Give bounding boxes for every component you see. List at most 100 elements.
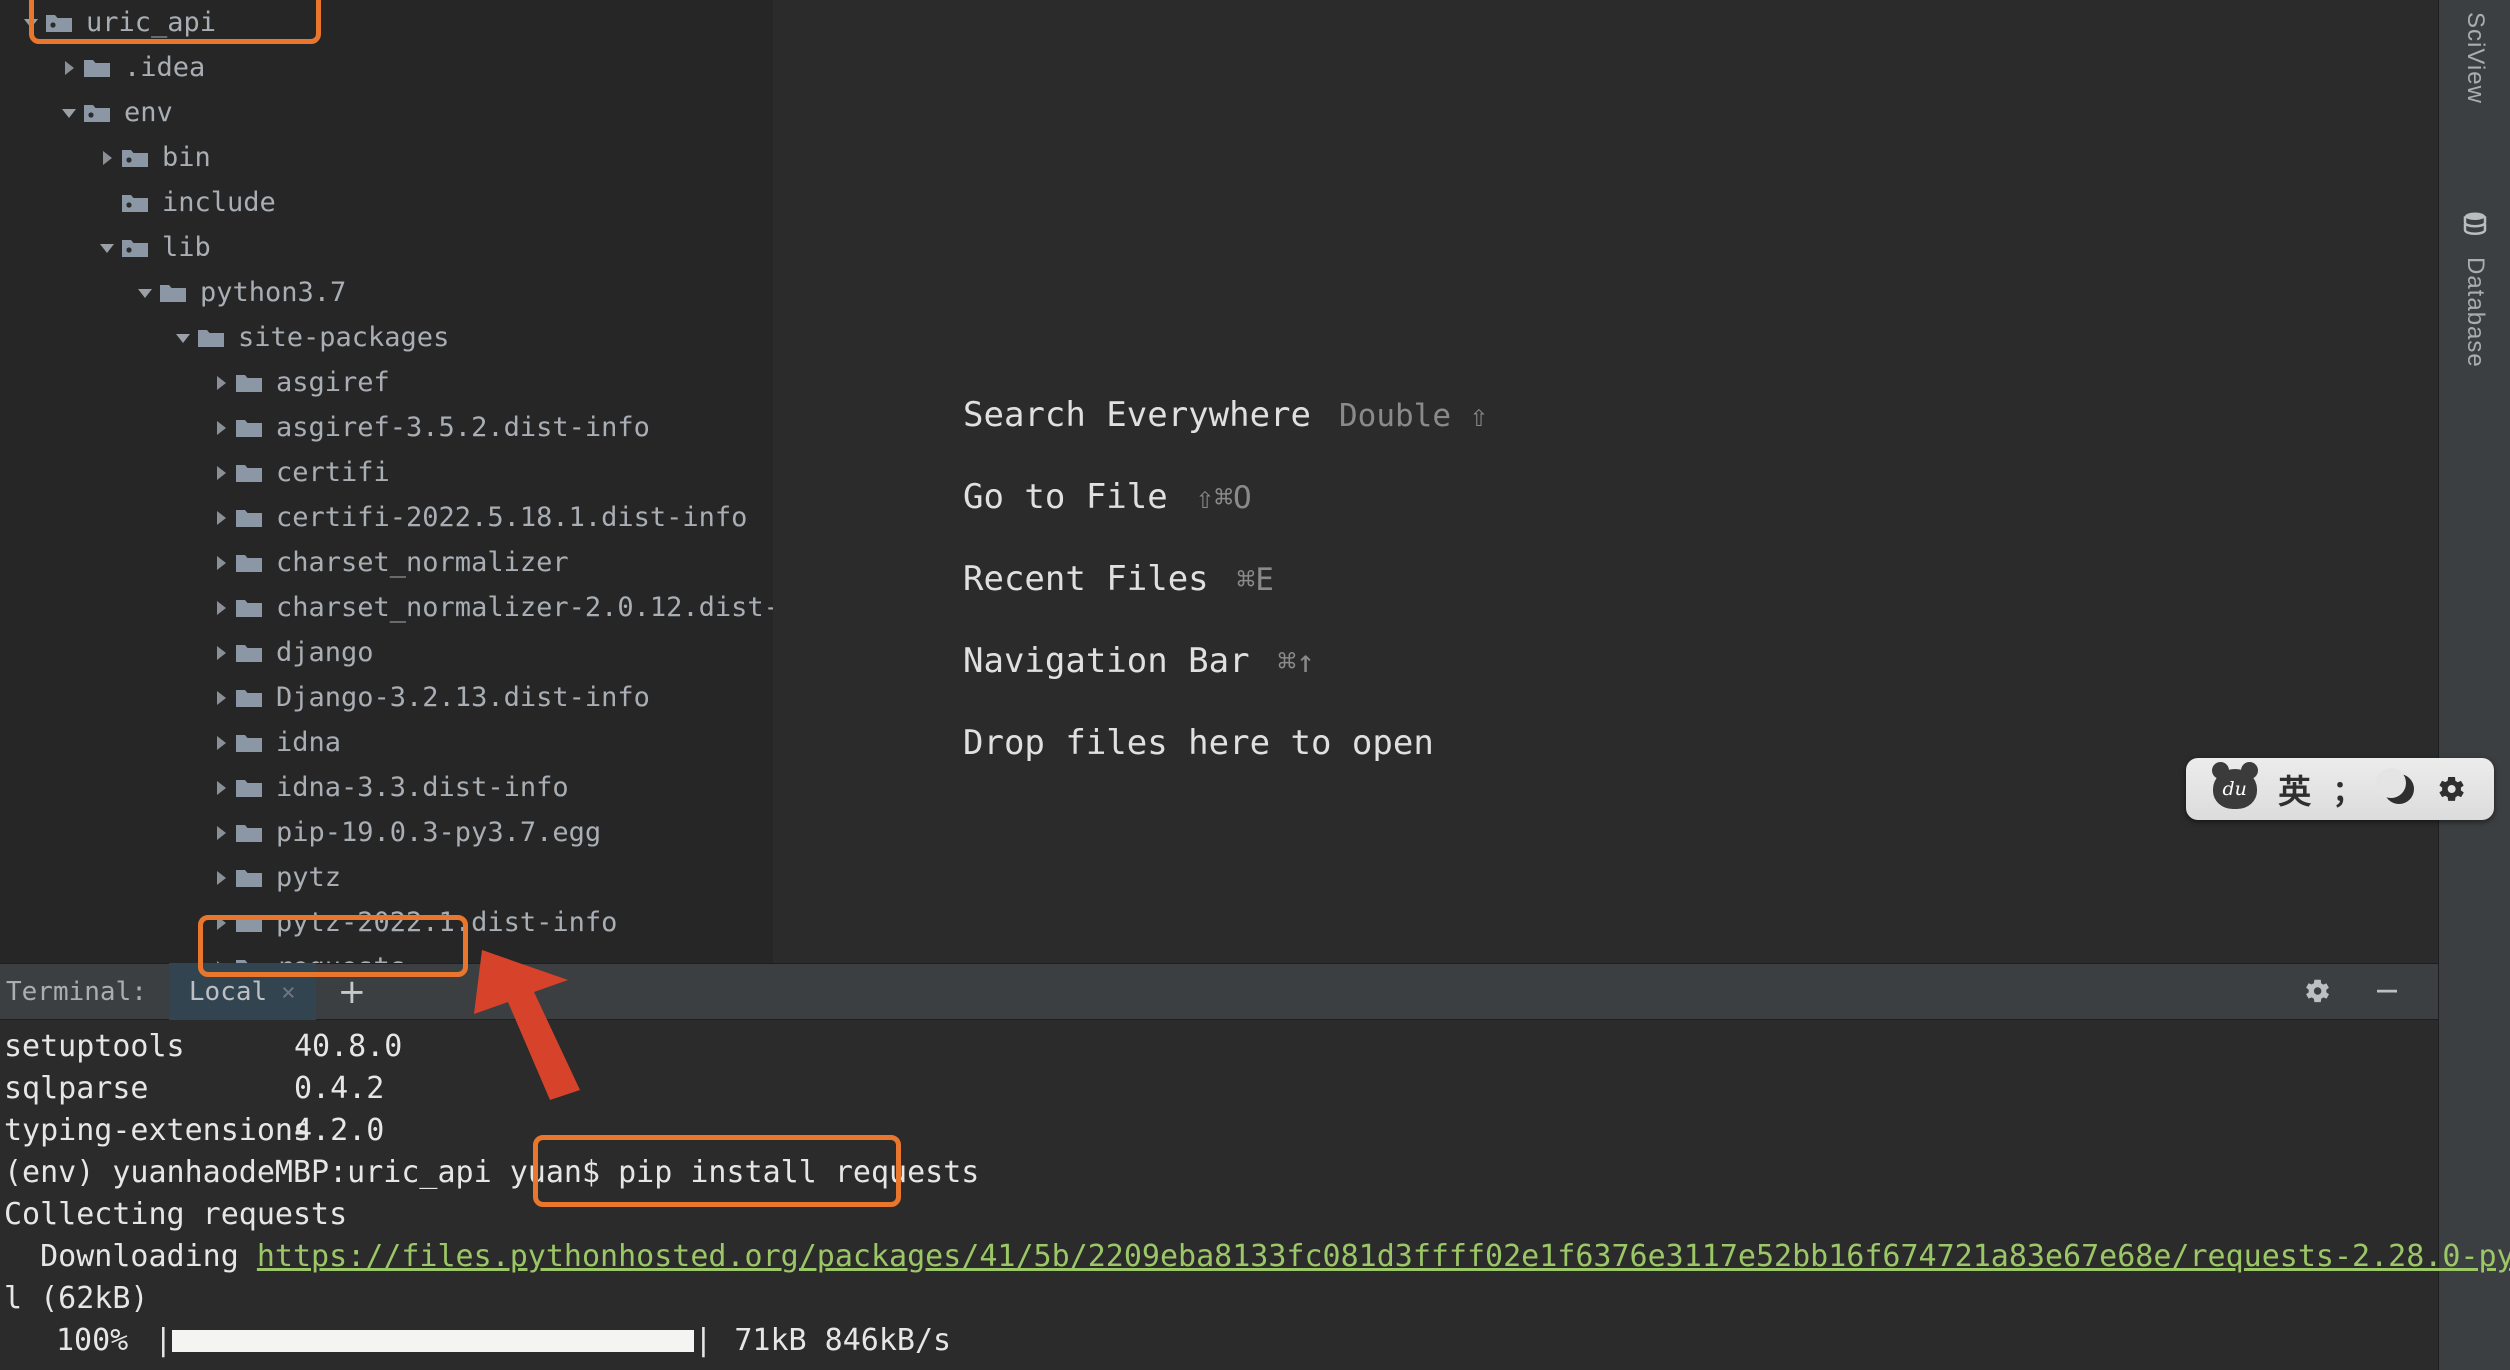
chevron-right-icon[interactable] xyxy=(208,810,234,855)
tree-item-certifi-2022-5-18-1-dist-info[interactable]: certifi-2022.5.18.1.dist-info xyxy=(0,495,773,540)
chevron-down-icon[interactable] xyxy=(56,90,82,135)
folder-icon xyxy=(196,315,226,360)
module-folder-icon xyxy=(44,0,74,45)
tree-item-pytz[interactable]: pytz xyxy=(0,855,773,900)
tree-item--idea[interactable]: .idea xyxy=(0,45,773,90)
right-tool-window-bar[interactable]: SciView Database xyxy=(2438,0,2510,1370)
folder-icon xyxy=(234,855,264,900)
module-folder-icon xyxy=(120,225,150,270)
tree-item-site-packages[interactable]: site-packages xyxy=(0,315,773,360)
project-tree-panel[interactable]: uric_api .idea env bin include lib python3.7 si… xyxy=(0,0,773,963)
add-terminal-button[interactable]: + xyxy=(316,972,389,1012)
tree-item-label: charset_normalizer-2.0.12.dist-info xyxy=(276,592,773,623)
chevron-right-icon[interactable] xyxy=(208,405,234,450)
chevron-right-icon[interactable] xyxy=(208,585,234,630)
tree-item-label: site-packages xyxy=(238,322,450,353)
tree-item-label: include xyxy=(162,187,276,218)
tree-item-include[interactable]: include xyxy=(0,180,773,225)
tree-item-label: lib xyxy=(162,232,211,263)
chevron-right-icon[interactable] xyxy=(56,45,82,90)
ime-language-toggle[interactable]: 英 xyxy=(2278,765,2311,813)
terminal-output[interactable]: setuptools 40.8.0 sqlparse 0.4.2 typing-exte… xyxy=(0,1020,2510,1362)
tree-item-lib[interactable]: lib xyxy=(0,225,773,270)
tree-item-pip-19-0-3-py3-7-egg[interactable]: pip-19.0.3-py3.7.egg xyxy=(0,810,773,855)
tree-item-django-3-2-13-dist-info[interactable]: Django-3.2.13.dist-info xyxy=(0,675,773,720)
tree-item-python3-7[interactable]: python3.7 xyxy=(0,270,773,315)
tree-item-idna[interactable]: idna xyxy=(0,720,773,765)
chevron-right-icon[interactable] xyxy=(208,945,234,963)
editor-hint-row: Go to File ⇧⌘O xyxy=(963,477,1488,517)
chevron-right-icon[interactable] xyxy=(208,450,234,495)
chevron-down-icon[interactable] xyxy=(170,315,196,360)
folder-icon xyxy=(234,945,264,963)
editor-hint-shortcut: ⌘↑ xyxy=(1277,644,1315,680)
tree-item-requests[interactable]: requests xyxy=(0,945,773,963)
moon-icon[interactable] xyxy=(2375,768,2414,804)
tree-item-charset-normalizer-2-0-12-dist-info[interactable]: charset_normalizer-2.0.12.dist-info xyxy=(0,585,773,630)
terminal-tab-label: Local xyxy=(188,976,268,1007)
module-folder-icon xyxy=(120,135,150,180)
tree-item-pytz-2022-1-dist-info[interactable]: pytz-2022.1.dist-info xyxy=(0,900,773,945)
gear-icon[interactable] xyxy=(2435,773,2467,805)
tree-item-label: pip-19.0.3-py3.7.egg xyxy=(276,817,602,848)
close-icon[interactable]: × xyxy=(281,978,295,1006)
chevron-right-icon[interactable] xyxy=(208,630,234,675)
terminal-download-line: Downloading https://files.pythonhosted.o… xyxy=(0,1236,2510,1278)
minimize-icon[interactable] xyxy=(2372,976,2402,1010)
tree-item-env[interactable]: env xyxy=(0,90,773,135)
download-url-link[interactable]: https://files.pythonhosted.org/packages/… xyxy=(257,1239,2510,1274)
chevron-right-icon[interactable] xyxy=(208,765,234,810)
tree-item-label: idna xyxy=(276,727,342,758)
tool-button-sciview[interactable]: SciView xyxy=(2439,12,2510,104)
chevron-down-icon[interactable] xyxy=(94,225,120,270)
tool-button-database[interactable]: Database xyxy=(2439,210,2510,368)
editor-hint-label: Navigation Bar xyxy=(963,641,1250,681)
folder-icon xyxy=(234,630,264,675)
tree-item-certifi[interactable]: certifi xyxy=(0,450,773,495)
ime-floating-toolbar[interactable]: du 英 ； xyxy=(2186,758,2494,820)
tree-item-idna-3-3-dist-info[interactable]: idna-3.3.dist-info xyxy=(0,765,773,810)
editor-hint-label: Drop files here to open xyxy=(963,723,1434,763)
tree-item-label: certifi-2022.5.18.1.dist-info xyxy=(276,502,748,533)
tree-item-label: pytz xyxy=(276,862,342,893)
chevron-right-icon[interactable] xyxy=(208,855,234,900)
chevron-down-icon[interactable] xyxy=(132,270,158,315)
chevron-right-icon[interactable] xyxy=(208,540,234,585)
tree-item-uric-api[interactable]: uric_api xyxy=(0,0,773,45)
editor-hint-shortcut: Double ⇧ xyxy=(1339,398,1489,434)
folder-icon xyxy=(82,45,112,90)
tree-item-label: env xyxy=(124,97,173,128)
no-chevron-spacer xyxy=(94,180,120,225)
chevron-right-icon[interactable] xyxy=(94,135,120,180)
tree-item-asgiref-3-5-2-dist-info[interactable]: asgiref-3.5.2.dist-info xyxy=(0,405,773,450)
terminal-header: Terminal: Local × + xyxy=(0,963,2438,1020)
tree-item-django[interactable]: django xyxy=(0,630,773,675)
ime-punctuation-toggle[interactable]: ； xyxy=(2332,767,2362,811)
editor-hint-list: Search Everywhere Double ⇧ Go to File ⇧⌘O Re… xyxy=(963,395,1488,763)
folder-icon xyxy=(158,270,188,315)
folder-icon xyxy=(234,720,264,765)
ime-logo-icon[interactable]: du xyxy=(2211,762,2258,809)
tree-item-label: certifi xyxy=(276,457,390,488)
ide-window: uric_api .idea env bin include lib python3.7 si… xyxy=(0,0,2510,1370)
tree-item-bin[interactable]: bin xyxy=(0,135,773,180)
gear-icon[interactable] xyxy=(2302,976,2332,1010)
tree-item-charset-normalizer[interactable]: charset_normalizer xyxy=(0,540,773,585)
chevron-right-icon[interactable] xyxy=(208,360,234,405)
folder-icon xyxy=(234,450,264,495)
chevron-right-icon[interactable] xyxy=(208,495,234,540)
folder-icon xyxy=(234,540,264,585)
terminal-tab-local[interactable]: Local × xyxy=(168,963,316,1020)
folder-icon xyxy=(234,585,264,630)
progress-bar-right-bracket: | xyxy=(694,1323,713,1358)
chevron-right-icon[interactable] xyxy=(208,675,234,720)
tree-item-label: .idea xyxy=(124,52,206,83)
tree-item-label: asgiref xyxy=(276,367,390,398)
tree-item-asgiref[interactable]: asgiref xyxy=(0,360,773,405)
terminal-prompt-line: (env) yuanhaodeMBP:uric_api yuan$ pip in… xyxy=(0,1152,2438,1194)
tree-item-label: pytz-2022.1.dist-info xyxy=(276,907,618,938)
chevron-down-icon[interactable] xyxy=(18,0,44,45)
progress-bar-fill xyxy=(172,1330,695,1352)
chevron-right-icon[interactable] xyxy=(208,720,234,765)
chevron-right-icon[interactable] xyxy=(208,900,234,945)
